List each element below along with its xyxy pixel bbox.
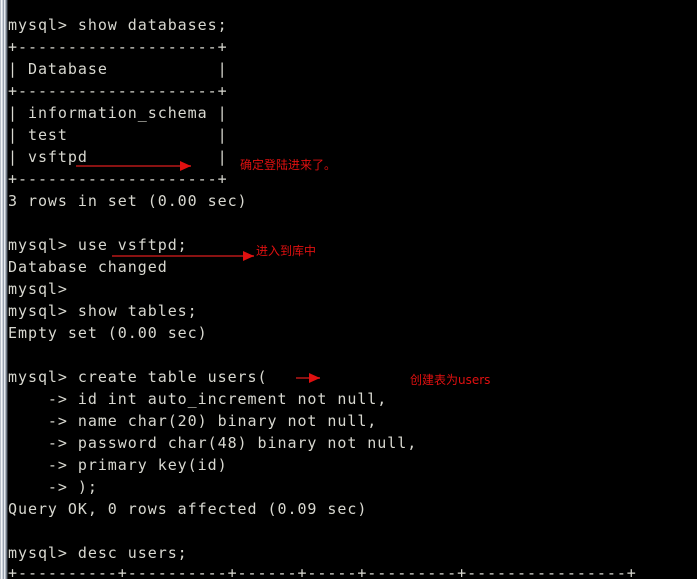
terminal-line: -> );: [8, 478, 98, 496]
terminal-line: +----------+----------+------+-----+----…: [8, 564, 637, 579]
terminal-line: | information_schema |: [8, 104, 228, 122]
terminal-line: +--------------------+: [8, 38, 228, 56]
arrow-head: [180, 161, 191, 171]
arrow-head: [243, 251, 254, 261]
terminal-line: Query OK, 0 rows affected (0.09 sec): [8, 500, 368, 518]
terminal-console-output[interactable]: mysql> show databases; +-----------------…: [8, 0, 697, 579]
annotation-label-entered-database: 进入到库中: [256, 244, 317, 258]
terminal-line: +--------------------+: [8, 82, 228, 100]
terminal-line: mysql>: [8, 280, 68, 298]
annotation-label-create-table-users: 创建表为users: [410, 373, 491, 387]
terminal-line: mysql> desc users;: [8, 544, 188, 562]
window-left-border: [0, 0, 8, 579]
arrow-shaft: [112, 255, 254, 257]
annotation-arrow-icon-entered-database: [112, 251, 254, 261]
mysql-terminal-window: mysql> show databases; +-----------------…: [0, 0, 697, 579]
terminal-line: | test |: [8, 126, 228, 144]
terminal-line: mysql> show tables;: [8, 302, 198, 320]
terminal-line: -> id int auto_increment not null,: [8, 390, 388, 408]
terminal-line: Empty set (0.00 sec): [8, 324, 208, 342]
annotation-arrow-icon-login-confirmed: [76, 161, 191, 171]
terminal-line: -> name char(20) binary not null,: [8, 412, 378, 430]
arrow-shaft: [76, 165, 191, 167]
arrow-head: [309, 373, 320, 383]
terminal-line: -> primary key(id): [8, 456, 228, 474]
terminal-line: mysql> show databases;: [8, 16, 228, 34]
terminal-line: | Database |: [8, 60, 228, 78]
terminal-line: +--------------------+: [8, 170, 228, 188]
terminal-line: mysql> create table users(: [8, 368, 268, 386]
annotation-label-login-confirmed: 确定登陆进来了。: [240, 158, 337, 172]
terminal-line: -> password char(48) binary not null,: [8, 434, 418, 452]
terminal-line: 3 rows in set (0.00 sec): [8, 192, 248, 210]
annotation-arrow-icon-create-table-users: [296, 373, 320, 383]
